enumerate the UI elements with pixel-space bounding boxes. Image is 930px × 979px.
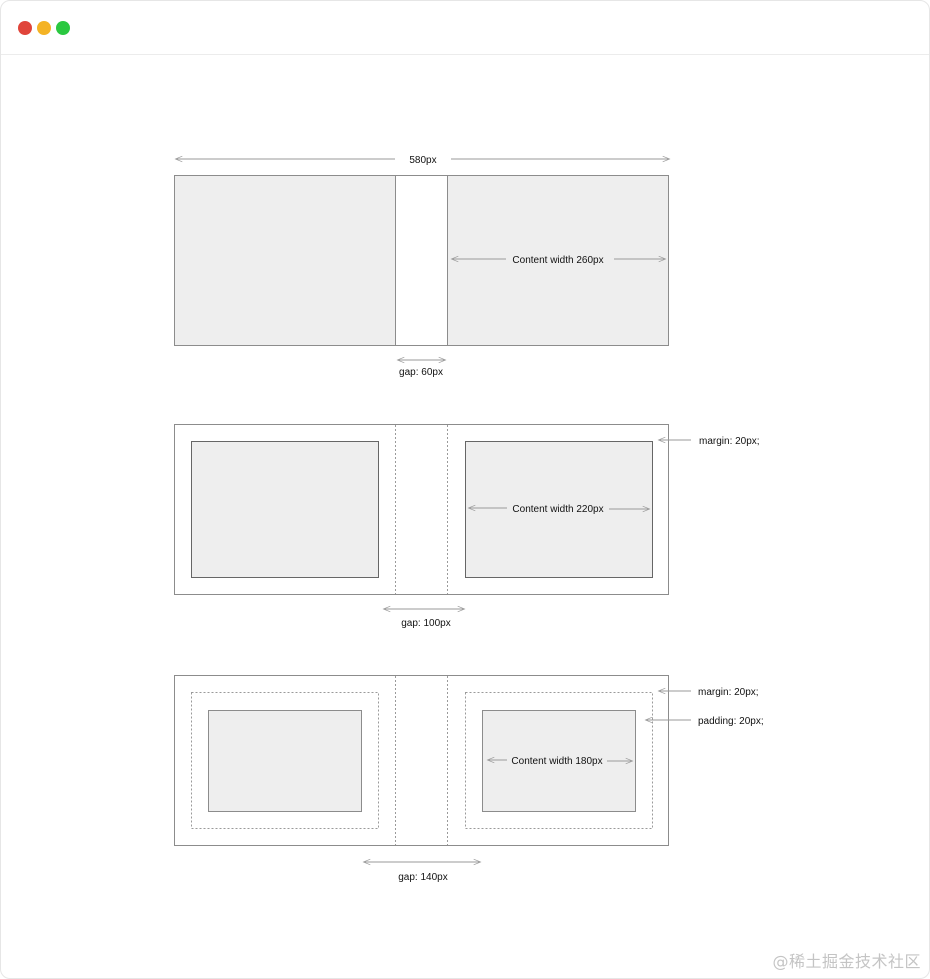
gap-label: gap: 100px [401, 618, 451, 629]
browser-window: 580px Content width 260px gap: 60px marg… [0, 0, 930, 979]
content-width-label: Content width 260px [512, 255, 603, 266]
example-1: 580px Content width 260px gap: 60px [174, 155, 671, 378]
gap-label: gap: 60px [399, 367, 443, 378]
left-content-box [208, 710, 362, 812]
padding-label: padding: 20px; [698, 716, 764, 727]
left-column-box [175, 176, 395, 345]
content-width-label: Content width 220px [512, 504, 603, 515]
left-content-box [191, 441, 379, 578]
gap-label: gap: 140px [398, 872, 448, 883]
example-3: margin: 20px; padding: 20px; Content wid… [174, 675, 764, 883]
content-width-label: Content width 180px [511, 756, 602, 767]
grid-gap-diagram: 580px Content width 260px gap: 60px marg… [174, 155, 764, 883]
example-2: margin: 20px; Content width 220px gap: 1… [174, 424, 760, 629]
margin-label: margin: 20px; [698, 687, 759, 698]
total-width-label: 580px [409, 155, 436, 166]
margin-label: margin: 20px; [699, 436, 760, 447]
watermark: @稀土掘金技术社区 [772, 952, 921, 971]
